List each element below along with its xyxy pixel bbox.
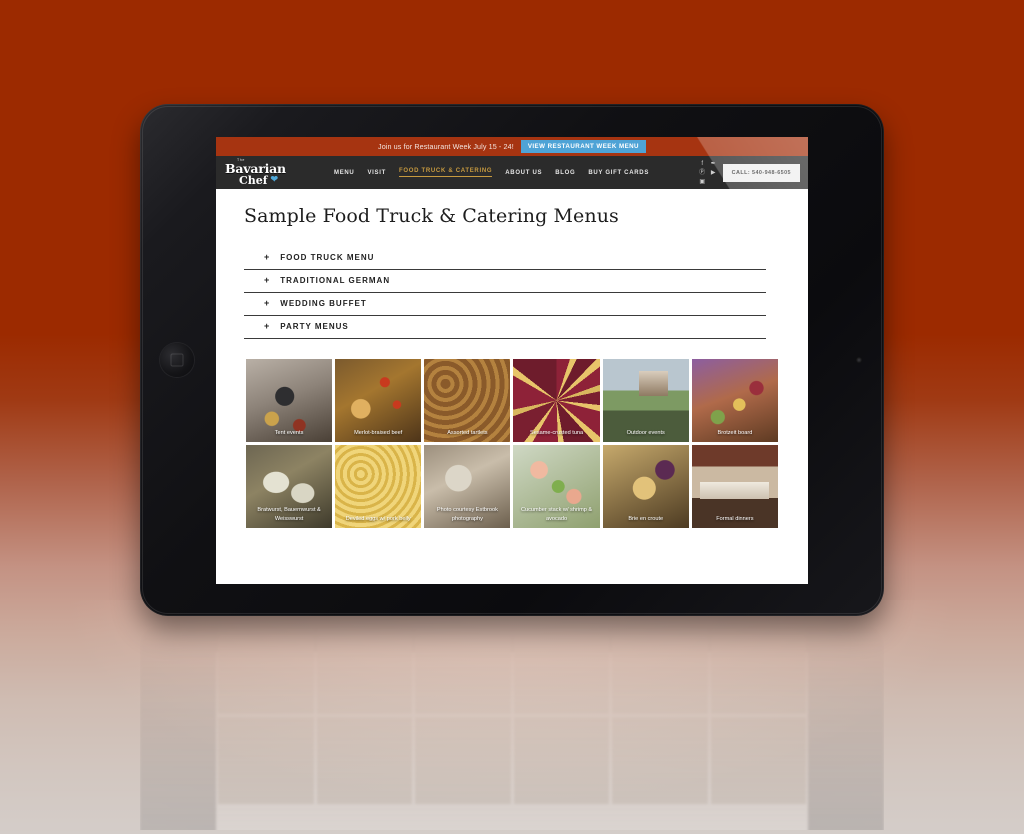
accordion-item-food-truck-menu[interactable]: + FOOD TRUCK MENU [244,247,766,270]
twitter-icon[interactable]: ✒ [709,160,718,168]
accordion-item-wedding-buffet[interactable]: + WEDDING BUFFET [244,293,766,316]
gallery-caption: Formal dinners [716,516,754,522]
logo-the-text: The [237,158,245,163]
gallery-caption: Bratwurst, Bauernwurst & Weisswurst [257,507,321,522]
promo-banner: Join us for Restaurant Week July 15 - 24… [216,137,808,156]
logo-name-line1: Bavarian [225,160,286,176]
site-logo[interactable]: The Bavarian Chef ❤ [216,158,334,186]
gallery-item[interactable]: Cucumber stack w/ shrimp & avocado [513,445,600,528]
nav-item-menu[interactable]: MENU [334,170,354,176]
gallery-item[interactable]: Assorted tartlets [424,359,511,442]
gallery-caption: Cucumber stack w/ shrimp & avocado [520,507,593,522]
promo-text: Join us for Restaurant Week July 15 - 24… [378,142,514,151]
accordion-item-traditional-german[interactable]: + TRADITIONAL GERMAN [244,270,766,293]
accordion-item-party-menus[interactable]: + PARTY MENUS [244,316,766,339]
social-icons: f ✒ Ⓟ ▶ ▣ [698,160,718,186]
home-button-icon[interactable] [160,343,194,377]
nav-item-about-us[interactable]: ABOUT US [505,170,542,176]
nav-right-group: f ✒ Ⓟ ▶ ▣ CALL: 540-948-6505 [698,160,808,186]
gallery-caption: Brie en croute [628,516,664,522]
gallery-caption: Sesame-crusted tuna [529,430,584,436]
nav-links: MENU VISIT FOOD TRUCK & CATERING ABOUT U… [334,168,698,177]
facebook-icon[interactable]: f [698,160,707,168]
gallery-caption: Deviled eggs w/ pork belly [345,516,411,522]
gallery-item[interactable]: Sesame-crusted tuna [513,359,600,442]
gallery-item[interactable]: Brie en croute [602,445,689,528]
nav-item-visit[interactable]: VISIT [367,170,386,176]
gallery-caption: Brotzeit board [717,430,753,436]
tablet-device: Join us for Restaurant Week July 15 - 24… [140,104,884,616]
view-restaurant-week-menu-button[interactable]: VIEW RESTAURANT WEEK MENU [520,140,646,153]
device-reflection [140,620,884,834]
page-content: Sample Food Truck & Catering Menus + FOO… [216,189,808,528]
floor-glow [0,600,1024,834]
reflection-screen [216,652,808,834]
nav-item-buy-gift-cards[interactable]: BUY GIFT CARDS [588,170,649,176]
gallery-caption: Assorted tartlets [447,430,488,436]
gallery-caption: Outdoor events [626,430,665,436]
front-camera-icon [856,357,862,363]
accordion-label: TRADITIONAL GERMAN [280,276,391,285]
nav-item-food-truck-catering[interactable]: FOOD TRUCK & CATERING [398,168,493,177]
gallery-caption: Photo courtesy Estbrook photography [436,507,498,522]
gallery-item[interactable]: Photo courtesy Estbrook photography [424,445,511,528]
plus-icon: + [264,298,270,308]
reflection-body [140,620,884,834]
logo-name-line2: Chef [239,173,268,187]
logo-name-line2-row: Chef ❤ [239,175,278,186]
site-navbar: The Bavarian Chef ❤ MENU VISIT FOOD TRUC… [216,137,808,189]
accordion-label: FOOD TRUCK MENU [280,253,375,262]
gallery-item[interactable]: Bratwurst, Bauernwurst & Weisswurst [246,445,333,528]
accordion-label: WEDDING BUFFET [280,299,367,308]
pinterest-icon[interactable]: Ⓟ [698,169,707,177]
gallery-caption: Merlot-braised beef [354,430,403,436]
menu-accordion: + FOOD TRUCK MENU + TRADITIONAL GERMAN +… [244,247,766,339]
photo-gallery: Tent events Merlot-braised beef Assorted… [244,339,780,528]
plus-icon: + [264,321,270,331]
instagram-icon[interactable]: ▣ [698,178,707,186]
plus-icon: + [264,252,270,262]
youtube-icon[interactable]: ▶ [709,169,718,177]
plus-icon: + [264,275,270,285]
heart-icon: ❤ [270,174,279,185]
gallery-caption: Tent events [274,430,304,436]
reflection-gallery [218,628,806,804]
page-title: Sample Food Truck & Catering Menus [244,205,619,227]
call-button[interactable]: CALL: 540-948-6505 [722,163,800,182]
gallery-item[interactable]: Merlot-braised beef [335,359,422,442]
gallery-item[interactable]: Brotzeit board [691,359,778,442]
tablet-screen: Join us for Restaurant Week July 15 - 24… [216,137,808,584]
gallery-item[interactable]: Outdoor events [602,359,689,442]
gallery-item[interactable]: Formal dinners [691,445,778,528]
accordion-label: PARTY MENUS [280,322,349,331]
gallery-item[interactable]: Deviled eggs w/ pork belly [335,445,422,528]
nav-item-blog[interactable]: BLOG [555,170,575,176]
gallery-item[interactable]: Tent events [246,359,333,442]
